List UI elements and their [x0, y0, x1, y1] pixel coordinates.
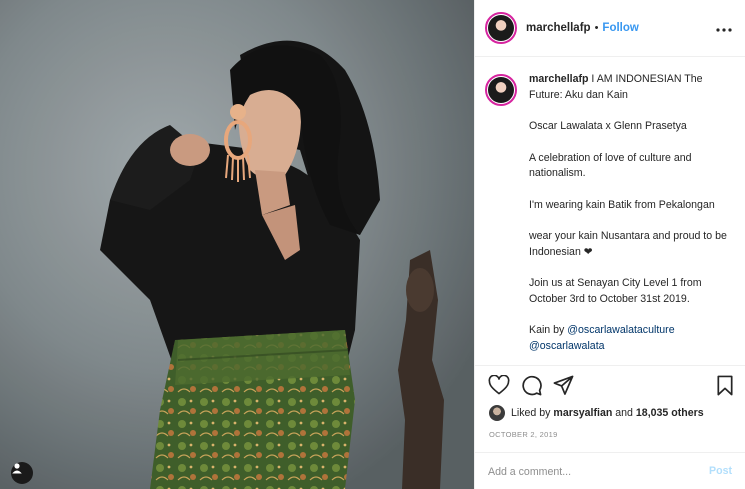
liker-avatar[interactable]: [489, 405, 505, 421]
heart-outline-icon[interactable]: [488, 374, 510, 400]
comment-input[interactable]: [488, 463, 688, 481]
caption-para5: wear your kain Nusantara and proud to be…: [529, 230, 727, 258]
likes-and: and: [615, 407, 633, 419]
caption-kain-by: Kain by: [529, 324, 568, 336]
likes-count[interactable]: 18,035 others: [636, 407, 704, 419]
mention-link[interactable]: @oscarlawalata: [529, 340, 605, 352]
mention-link[interactable]: @oscarlawalataculture: [567, 324, 674, 336]
post-photo[interactable]: [0, 0, 474, 489]
paper-plane-icon[interactable]: [553, 375, 574, 401]
caption-line1: marchellafp I AM INDONESIAN The Future: …: [529, 72, 734, 103]
liker-username[interactable]: marsyalfian: [553, 407, 612, 419]
caption-para7: Kain by @oscarlawalataculture @oscarlawa…: [529, 323, 734, 354]
comment-bar: Post: [475, 452, 745, 489]
likes-prefix: Liked by: [511, 407, 551, 419]
follow-button[interactable]: Follow: [602, 22, 638, 34]
caption-username[interactable]: marchellafp: [529, 73, 588, 85]
photo-illustration: [0, 0, 474, 489]
caption-para4: I'm wearing kain Batik from Pekalongan: [529, 198, 715, 211]
likes-summary: Liked by marsyalfian and 18,035 others: [489, 404, 704, 422]
tagged-user-icon[interactable]: [11, 462, 33, 484]
caption-para6: Join us at Senayan City Level 1 from Oct…: [529, 277, 702, 305]
comment-bubble-icon[interactable]: [521, 375, 542, 401]
caption-avatar[interactable]: [485, 74, 517, 106]
caption-para3: A celebration of love of culture and nat…: [529, 151, 692, 180]
caption-text: marchellafp I AM INDONESIAN The Future: …: [529, 72, 734, 354]
bookmark-icon[interactable]: [716, 375, 734, 401]
caption-para2: Oscar Lawalata x Glenn Prasetya: [529, 120, 687, 132]
separator-dot: •: [594, 22, 599, 34]
post-header: marchellafp • Follow: [475, 0, 745, 57]
post-comment-button[interactable]: Post: [709, 465, 732, 477]
more-options-icon[interactable]: [716, 19, 732, 37]
caption-area: marchellafp I AM INDONESIAN The Future: …: [475, 58, 745, 362]
post-side-panel: marchellafp • Follow marchellafp I AM IN…: [474, 0, 745, 489]
post-date[interactable]: OCTOBER 2, 2019: [489, 430, 558, 439]
header-username[interactable]: marchellafp: [526, 22, 591, 34]
action-bar: [475, 365, 745, 405]
avatar[interactable]: [485, 12, 517, 44]
